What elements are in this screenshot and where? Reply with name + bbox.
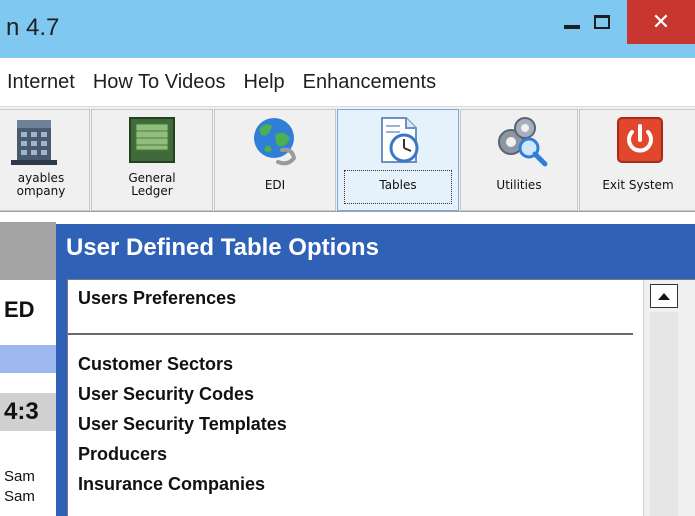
toolbar-label-line1: Utilities [496, 178, 542, 192]
menu-item-help[interactable]: Help [235, 71, 294, 94]
toolbar-label-line1: EDI [264, 178, 286, 192]
list-item: Sam [4, 468, 35, 485]
close-button[interactable]: ✕ [627, 0, 695, 44]
list-item-customer-sectors[interactable]: Customer Sectors [78, 354, 233, 375]
maximize-icon [594, 15, 610, 29]
list-item-user-security-codes[interactable]: User Security Codes [78, 384, 254, 405]
toolbar-label-line2: Ledger [131, 184, 173, 198]
dialog-title: User Defined Table Options [66, 234, 379, 261]
toolbar-button-general-ledger[interactable]: General Ledger [91, 109, 213, 211]
menu-item-internet[interactable]: Internet [0, 71, 84, 94]
table-options-dialog: User Defined Table Options Users Prefere… [56, 224, 695, 516]
arrow-up-icon [658, 292, 670, 300]
gears-magnifier-icon [498, 117, 548, 167]
toolbar-button-utilities[interactable]: Utilities [460, 109, 578, 211]
panel-header-bar [0, 222, 56, 280]
list-item: Sam [4, 488, 35, 505]
ledger-book-icon [129, 117, 175, 163]
list-item-user-security-templates[interactable]: User Security Templates [78, 414, 287, 435]
scroll-up-button[interactable] [650, 284, 678, 308]
toolbar-label-line1: General [128, 171, 176, 185]
toolbar-label-line1: Tables [379, 178, 417, 192]
title-bar: n 4.7 ✕ [0, 0, 695, 58]
window-title: n 4.7 [6, 14, 60, 41]
list-separator [68, 333, 633, 335]
toolbar: ayables ompany General Ledger EDI Tables… [0, 106, 695, 212]
toolbar-button-tables[interactable]: Tables [337, 109, 459, 211]
menu-item-how-to-videos[interactable]: How To Videos [84, 71, 235, 94]
toolbar-button-edi[interactable]: EDI [214, 109, 336, 211]
close-icon: ✕ [651, 9, 671, 34]
toolbar-label-line1: Exit System [602, 178, 674, 192]
panel-heading: ED [4, 297, 35, 322]
globe-icon [254, 118, 297, 166]
toolbar-label-line2: ompany [16, 184, 66, 198]
clock-document-icon [381, 117, 419, 163]
background-window-panel: ED 4:3 Sam Sam [0, 212, 56, 516]
list-item-insurance-companies[interactable]: Insurance Companies [78, 474, 265, 495]
panel-blue-bar [0, 345, 56, 373]
table-options-list[interactable]: Users Preferences Customer Sectors User … [67, 279, 695, 516]
building-icon [11, 120, 57, 165]
time-display: 4:3 [4, 398, 39, 425]
vertical-scrollbar[interactable] [643, 280, 695, 516]
power-icon [617, 117, 663, 163]
scroll-track[interactable] [650, 312, 678, 516]
menu-item-enhancements[interactable]: Enhancements [294, 71, 445, 94]
toolbar-button-exit-system[interactable]: Exit System [579, 109, 695, 211]
toolbar-button-payables-company[interactable]: ayables ompany [0, 109, 90, 211]
list-item-users-preferences[interactable]: Users Preferences [78, 288, 236, 309]
list-item-producers[interactable]: Producers [78, 444, 167, 465]
maximize-button[interactable] [578, 0, 626, 44]
toolbar-label-line1: ayables [17, 171, 65, 185]
menu-bar: Internet How To Videos Help Enhancements [0, 58, 695, 106]
